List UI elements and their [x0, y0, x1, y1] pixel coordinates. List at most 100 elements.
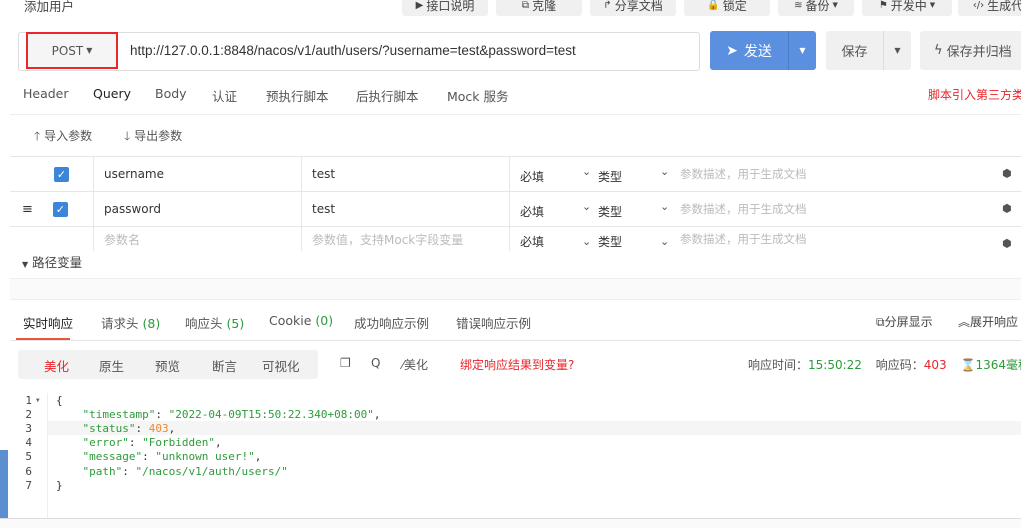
script-notice[interactable]: 脚本引入第三方类 [928, 86, 1021, 103]
code-icon: ‹/› [972, 0, 985, 11]
response-tab-3[interactable]: Cookie (0) [269, 313, 333, 328]
line-text: "path": "/nacos/v1/auth/users/" [42, 465, 288, 478]
send-label: 发送 [743, 43, 772, 60]
line-number: 4 [25, 436, 32, 450]
info-icon: ▶ [415, 0, 424, 11]
save-archive-button[interactable]: ϟ 保存并归档 [920, 31, 1021, 70]
response-tab-1[interactable]: 请求头 (8) [101, 313, 160, 332]
code-token: "path" [82, 464, 123, 478]
status-code-label: 响应码： [875, 358, 924, 372]
code-token: 403 [148, 421, 169, 435]
top-button-1[interactable]: ⧉ 克隆 [496, 0, 582, 16]
code-token: , [373, 407, 381, 421]
param-desc-input[interactable]: 参数描述，用于生成文档 [670, 157, 990, 191]
cube-icon[interactable]: ⬢ [1002, 167, 1012, 180]
top-button-label: 生成代 [987, 0, 1021, 13]
top-button-label: 克隆 [532, 0, 557, 13]
request-tab-5[interactable]: 后执行脚本 [356, 86, 419, 105]
type-select[interactable]: 类型 [590, 157, 670, 191]
param-value-input[interactable]: test [302, 192, 510, 226]
request-tab-1[interactable]: Query [93, 86, 131, 101]
side-handle[interactable] [0, 450, 8, 518]
request-tab-2[interactable]: Body [155, 86, 187, 101]
param-value-input[interactable]: 参数值，支持Mock字段变量 [302, 227, 510, 251]
top-button-6[interactable]: ‹/› 生成代 [958, 0, 1021, 16]
url-input[interactable]: http://127.0.0.1:8848/nacos/v1/auth/user… [130, 43, 576, 58]
type-select[interactable]: 类型 [590, 192, 670, 226]
line-text: "status": 403, [42, 421, 176, 435]
split-icon: ⧉ [876, 315, 885, 329]
type-select[interactable]: 类型 [590, 227, 670, 251]
param-name-input[interactable]: username [94, 157, 302, 191]
code-token: "status" [82, 421, 136, 435]
param-name-input[interactable]: password [94, 192, 302, 226]
param-checkbox[interactable]: ✓ [54, 166, 69, 182]
top-button-4[interactable]: ≋ 备份 ▼ [778, 0, 854, 16]
response-tab-2[interactable]: 响应头 (5) [185, 313, 244, 332]
view-mode-1[interactable]: 原生 [99, 356, 124, 375]
top-button-3[interactable]: 🔒 锁定 [684, 0, 770, 16]
import-params-button[interactable]: 🡑 导入参数 [34, 127, 92, 148]
response-tab-0[interactable]: 实时响应 [23, 313, 73, 332]
split-view-button[interactable]: ⧉分屏显示 [876, 313, 933, 330]
line-text: "timestamp": "2022-04-09T15:50:22.340+08… [42, 408, 381, 421]
param-desc-input[interactable]: 参数描述，用于生成文档 [670, 192, 990, 226]
send-button[interactable]: ➤ 发送 ▼ [710, 31, 816, 70]
bind-response-link[interactable]: 绑定响应结果到变量? [460, 356, 574, 373]
request-tab-6[interactable]: Mock 服务 [447, 86, 509, 105]
arrow-down-icon: 🡓 [124, 129, 131, 143]
view-mode-2[interactable]: 预览 [155, 356, 180, 375]
caret-down-icon: ▼ [832, 1, 838, 9]
export-params-button[interactable]: 🡓 导出参数 [124, 127, 182, 148]
tab-label: 错误响应示例 [456, 316, 532, 331]
copy-icon[interactable]: ❐ [340, 356, 351, 370]
tab-label: 请求头 [101, 316, 139, 331]
tab-count: (8) [142, 316, 161, 331]
request-tab-4[interactable]: 预执行脚本 [266, 86, 329, 105]
view-mode-0[interactable]: 美化 [44, 356, 69, 375]
path-vars-toggle[interactable]: ▼ 路径变量 [22, 252, 82, 271]
save-button[interactable]: 保存 ▼ [826, 31, 911, 70]
tab-label: 成功响应示例 [354, 316, 430, 331]
drag-handle-icon[interactable]: ≡ [22, 202, 33, 217]
save-dropdown-icon[interactable]: ▼ [883, 31, 911, 70]
cube-icon[interactable]: ⬢ [1002, 237, 1012, 250]
response-tab-4[interactable]: 成功响应示例 [354, 313, 429, 332]
code-line: 7} [0, 478, 1021, 492]
response-body[interactable]: 1 ▼{2 "timestamp": "2022-04-09T15:50:22.3… [0, 393, 1021, 492]
code-token: } [56, 478, 63, 492]
search-icon[interactable]: Q [371, 356, 380, 370]
expand-response-button[interactable]: ︽展开响应 [958, 313, 1018, 330]
param-desc-input[interactable]: 参数描述，用于生成文档 [670, 227, 990, 251]
code-token: : [128, 436, 143, 450]
top-button-label: 锁定 [722, 0, 747, 13]
beautify-button[interactable]: ⁄美化 [402, 356, 428, 373]
method-select[interactable]: POST ▼ [26, 32, 118, 69]
param-checkbox[interactable]: ✓ [52, 201, 68, 217]
required-label: 必填 [520, 204, 545, 219]
required-select[interactable]: 必填 [510, 227, 590, 251]
top-button-label: 接口说明 [426, 0, 475, 13]
request-tab-0[interactable]: Header [23, 86, 69, 101]
type-label: 类型 [598, 169, 623, 184]
send-dropdown-icon[interactable]: ▼ [788, 31, 816, 70]
cube-icon[interactable]: ⬢ [1002, 202, 1012, 215]
request-tab-3[interactable]: 认证 [212, 86, 237, 105]
view-mode-3[interactable]: 断言 [212, 356, 237, 375]
top-button-0[interactable]: ▶ 接口说明 [402, 0, 488, 16]
view-mode-4[interactable]: 可视化 [262, 356, 300, 375]
top-button-5[interactable]: ⚑ 开发中 ▼ [862, 0, 952, 16]
required-select[interactable]: 必填 [510, 157, 590, 191]
response-tab-5[interactable]: 错误响应示例 [456, 313, 531, 332]
required-select[interactable]: 必填 [510, 192, 590, 226]
param-value-input[interactable]: test [302, 157, 510, 191]
line-text: } [42, 479, 63, 492]
param-name-input[interactable]: 参数名 [94, 227, 302, 251]
import-label: 导入参数 [44, 129, 93, 143]
code-token: "timestamp" [82, 407, 156, 421]
path-vars-label: 路径变量 [32, 255, 83, 270]
top-button-2[interactable]: ↱ 分享文档 [590, 0, 676, 16]
